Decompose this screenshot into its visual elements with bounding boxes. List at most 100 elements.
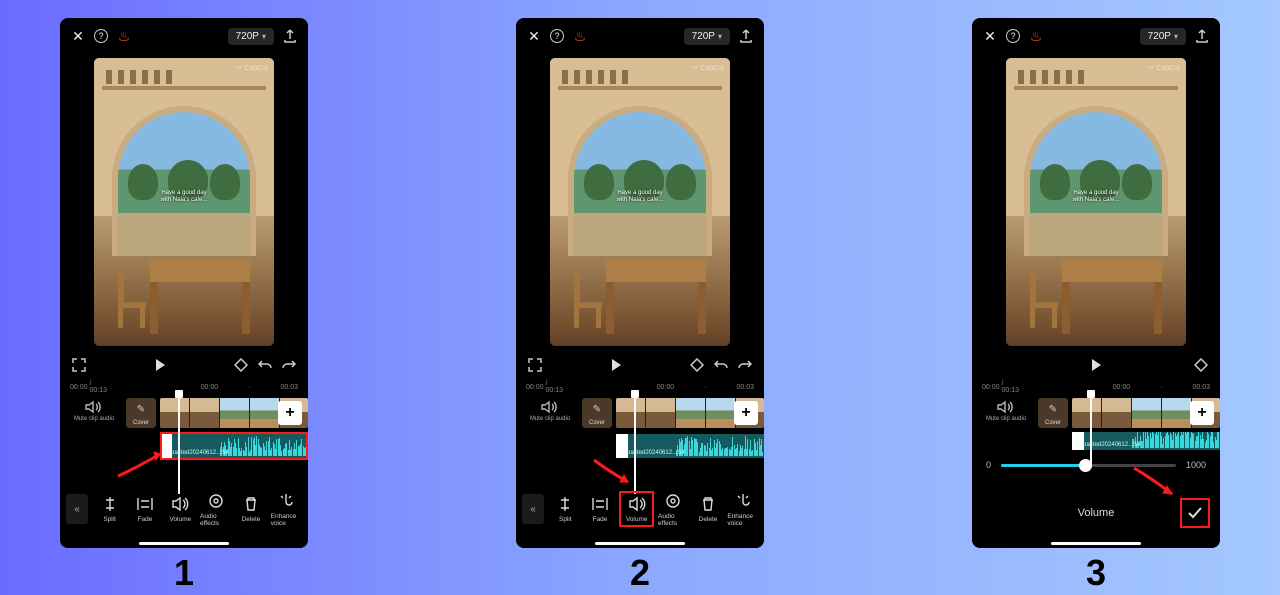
preview-caption: Have a good daywith Nala's cafe... <box>617 190 664 204</box>
audio-clip-label: Extracted20240612…54 <box>1076 442 1141 448</box>
bottom-toolbar: « Split Fade Volume Audio effects Delete… <box>60 484 308 534</box>
play-button[interactable] <box>612 359 621 371</box>
confirm-button[interactable] <box>1180 498 1210 528</box>
video-preview[interactable]: ✂ CapCut Have a good daywith Nala's cafe… <box>1006 58 1186 346</box>
tool-enhance-voice[interactable]: Enhance voice <box>271 492 302 527</box>
export-icon[interactable] <box>738 28 754 44</box>
tool-delete[interactable]: Delete <box>693 495 724 523</box>
mute-clip-audio-icon[interactable] <box>541 400 559 414</box>
play-button[interactable] <box>156 359 165 371</box>
preview-area: ✂ CapCut Have a good daywith Nala's cafe… <box>972 54 1220 350</box>
time-ruler: 00:00/ 00:13 00:00·00:03 <box>60 380 308 394</box>
tool-enhance-voice[interactable]: Enhance voice <box>727 492 758 527</box>
tool-split[interactable]: Split <box>550 495 581 523</box>
tool-volume[interactable]: Volume <box>165 495 196 523</box>
fullscreen-icon[interactable] <box>528 358 542 372</box>
mute-clip-label: Mute clip audio <box>986 416 1026 423</box>
bottom-toolbar: « Split Fade Volume Audio effects Delete… <box>516 484 764 534</box>
redo-icon[interactable] <box>738 358 752 372</box>
add-clip-button[interactable]: + <box>734 401 758 425</box>
watermark: ✂ CapCut <box>236 64 268 72</box>
cover-thumb[interactable]: Cover <box>126 398 156 428</box>
audio-clip-label: Extracted20240612…54 <box>620 450 685 456</box>
tool-split[interactable]: Split <box>94 495 125 523</box>
top-bar: ? ♨ 720P <box>516 18 764 54</box>
resolution-dropdown[interactable]: 720P <box>684 28 730 45</box>
playhead[interactable] <box>178 394 180 494</box>
playback-row <box>60 350 308 380</box>
flame-icon[interactable]: ♨ <box>1028 28 1044 44</box>
time-ruler: 00:00/ 00:13 00:00·00:03 <box>516 380 764 394</box>
close-icon[interactable] <box>526 28 542 44</box>
step-2-wrap: ? ♨ 720P ✂ CapCut Have a good daywith Na… <box>516 18 764 594</box>
slider-max: 1000 <box>1186 460 1206 470</box>
undo-icon[interactable] <box>258 358 272 372</box>
keyframe-icon[interactable] <box>234 358 248 372</box>
preview-area: ✂ CapCut Have a good daywith Nala's cafe… <box>516 54 764 350</box>
add-clip-button[interactable]: + <box>1190 401 1214 425</box>
phone-screen-1: ? ♨ 720P ✂ CapCut Have a good daywith Na… <box>60 18 308 548</box>
help-icon[interactable]: ? <box>550 29 564 43</box>
flame-icon[interactable]: ♨ <box>116 28 132 44</box>
tool-volume[interactable]: Volume <box>619 491 654 527</box>
timeline[interactable]: Mute clip audio Cover + Extracted2024061… <box>60 394 308 474</box>
phone-screen-2: ? ♨ 720P ✂ CapCut Have a good daywith Na… <box>516 18 764 548</box>
audio-track[interactable]: Extracted20240612…54 <box>616 434 764 458</box>
mute-clip-audio-icon[interactable] <box>997 400 1015 414</box>
cover-thumb[interactable]: Cover <box>1038 398 1068 428</box>
home-indicator <box>1051 542 1141 545</box>
home-indicator <box>595 542 685 545</box>
slider-min: 0 <box>986 460 991 470</box>
fullscreen-icon[interactable] <box>72 358 86 372</box>
collapse-toolbar-icon[interactable]: « <box>66 494 88 524</box>
undo-icon[interactable] <box>714 358 728 372</box>
export-icon[interactable] <box>282 28 298 44</box>
close-icon[interactable] <box>982 28 998 44</box>
watermark: ✂ CapCut <box>692 64 724 72</box>
redo-icon[interactable] <box>282 358 296 372</box>
add-clip-button[interactable]: + <box>278 401 302 425</box>
top-bar: ? ♨ 720P <box>972 18 1220 54</box>
step-1-wrap: ? ♨ 720P ✂ CapCut Have a good daywith Na… <box>60 18 308 594</box>
mute-clip-label: Mute clip audio <box>74 416 114 423</box>
collapse-toolbar-icon[interactable]: « <box>522 494 544 524</box>
tool-fade[interactable]: Fade <box>129 495 160 523</box>
playback-row <box>972 350 1220 380</box>
step-number-3: 3 <box>1086 552 1106 594</box>
timeline[interactable]: Mute clip audio Cover + Extracted2024061… <box>516 394 764 474</box>
tool-fade[interactable]: Fade <box>585 495 616 523</box>
video-preview[interactable]: ✂ CapCut Have a good daywith Nala's cafe… <box>550 58 730 346</box>
tool-audio-effects[interactable]: Audio effects <box>658 492 689 527</box>
flame-icon[interactable]: ♨ <box>572 28 588 44</box>
cover-thumb[interactable]: Cover <box>582 398 612 428</box>
preview-caption: Have a good daywith Nala's cafe... <box>161 190 208 204</box>
time-ruler: 00:00/ 00:13 00:00·00:03 <box>972 380 1220 394</box>
annotation-arrow <box>592 458 636 488</box>
video-preview[interactable]: ✂ CapCut Have a good daywith Nala's cafe… <box>94 58 274 346</box>
mute-clip-audio-icon[interactable] <box>85 400 103 414</box>
keyframe-icon[interactable] <box>690 358 704 372</box>
annotation-arrow <box>1132 466 1180 500</box>
top-bar: ? ♨ 720P <box>60 18 308 54</box>
audio-track[interactable]: Extracted20240612…54 <box>1072 432 1220 450</box>
watermark: ✂ CapCut <box>1148 64 1180 72</box>
keyframe-icon[interactable] <box>1194 358 1208 372</box>
tutorial-steps-row: ? ♨ 720P ✂ CapCut Have a good daywith Na… <box>0 0 1280 594</box>
tool-audio-effects[interactable]: Audio effects <box>200 492 231 527</box>
export-icon[interactable] <box>1194 28 1210 44</box>
preview-area: ✂ CapCut Have a good daywith Nala's cafe… <box>60 54 308 350</box>
help-icon[interactable]: ? <box>94 29 108 43</box>
audio-clip-label: Extracted20240612…54 <box>164 450 229 456</box>
resolution-dropdown[interactable]: 720P <box>228 28 274 45</box>
playback-row <box>516 350 764 380</box>
step-number-1: 1 <box>174 552 194 594</box>
step-3-wrap: ? ♨ 720P ✂ CapCut Have a good daywith Na… <box>972 18 1220 594</box>
home-indicator <box>139 542 229 545</box>
help-icon[interactable]: ? <box>1006 29 1020 43</box>
close-icon[interactable] <box>70 28 86 44</box>
preview-caption: Have a good daywith Nala's cafe... <box>1073 190 1120 204</box>
tool-delete[interactable]: Delete <box>235 495 266 523</box>
play-button[interactable] <box>1092 359 1101 371</box>
volume-slider-row: 0 1000 <box>972 450 1220 480</box>
resolution-dropdown[interactable]: 720P <box>1140 28 1186 45</box>
